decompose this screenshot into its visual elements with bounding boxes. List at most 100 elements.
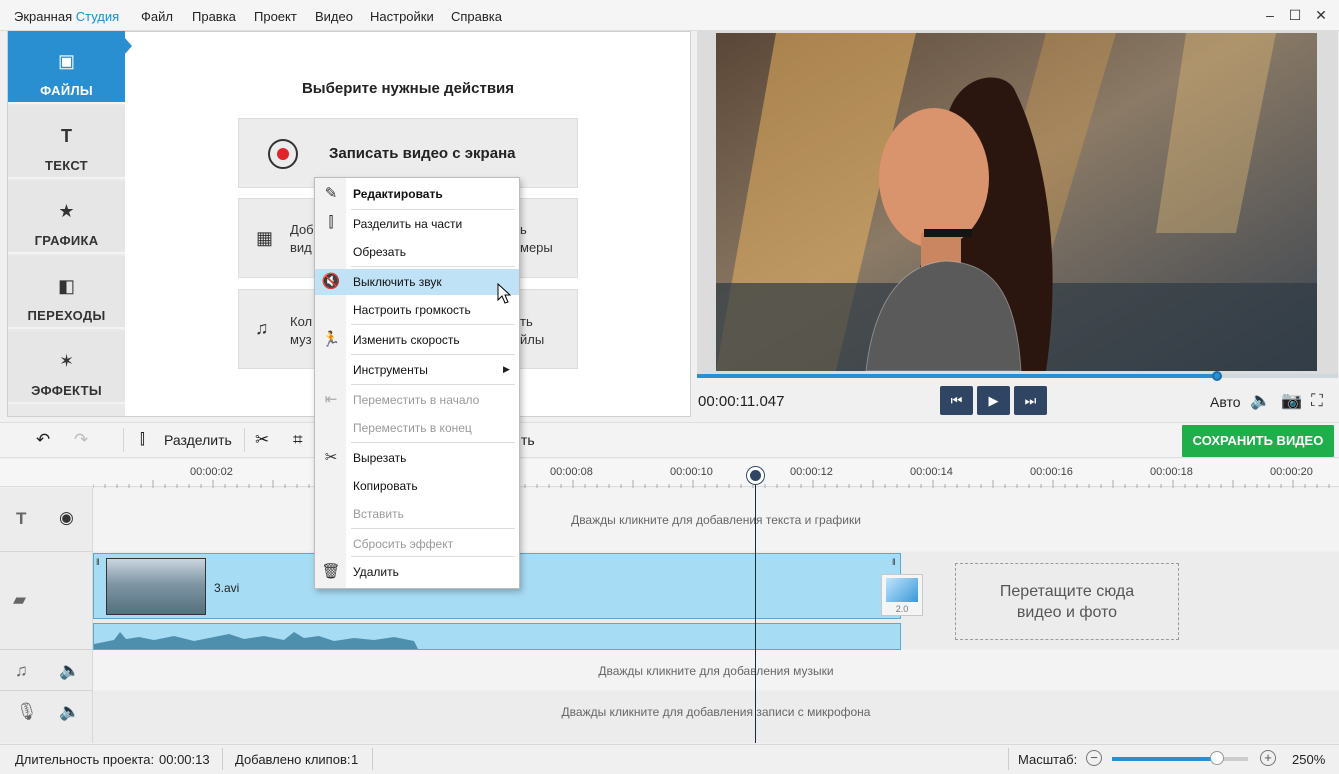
menu-item-tools[interactable]: Инструменты ▶ [315, 357, 519, 383]
previous-button[interactable]: ⏮ [940, 386, 973, 415]
duration-value: 00:00:13 [159, 752, 210, 767]
clip-name: 3.avi [214, 581, 240, 595]
toolbar-divider [244, 428, 245, 452]
transition-version: 2.0 [895, 604, 909, 614]
music-list-icon: ♫ [255, 318, 269, 338]
toolbar-partial-label[interactable]: ть [521, 432, 535, 448]
menu-item-edit[interactable]: ✎ Редактировать [315, 181, 519, 207]
menu-help[interactable]: Справка [451, 9, 502, 24]
snapshot-camera-icon[interactable]: 📷 [1281, 391, 1302, 411]
tab-text[interactable]: T ТЕКСТ [8, 106, 125, 179]
image-icon: ▣ [57, 51, 75, 71]
save-video-button[interactable]: СОХРАНИТЬ ВИДЕО [1182, 425, 1334, 457]
undo-icon[interactable]: ↶ [36, 430, 50, 450]
skip-forward-icon: ⏭ [1024, 393, 1037, 408]
music-note-icon: ♫ [15, 661, 28, 680]
status-divider [1008, 748, 1009, 770]
context-menu: ✎ Редактировать ⫿ Разделить на части Обрез… [314, 177, 520, 589]
menu-item-split[interactable]: ⫿ Разделить на части [315, 211, 519, 237]
clip-right-handle[interactable]: ‖ [892, 557, 896, 567]
ruler-label: 00:00:12 [790, 466, 833, 478]
drop-zone[interactable]: Перетащите сюда видео и фото [955, 563, 1179, 640]
scissors-icon: ✂ [324, 449, 338, 466]
skip-back-icon: ⏮ [950, 393, 963, 408]
volume-icon[interactable]: 🔈 [1250, 391, 1271, 411]
zoom-out-button[interactable]: − [1086, 750, 1102, 766]
maximize-button[interactable]: ☐ [1284, 6, 1306, 24]
clips-count: 1 [351, 752, 359, 767]
menu-item-trim[interactable]: Обрезать [315, 239, 519, 265]
menu-item-speed[interactable]: 🏃 Изменить скорость [315, 327, 519, 353]
film-icon: ▦ [256, 228, 274, 248]
close-button[interactable]: ✕ [1310, 6, 1332, 24]
menu-file[interactable]: Файл [141, 9, 173, 24]
menu-item-cut[interactable]: ✂ Вырезать [315, 445, 519, 471]
add-files-button[interactable] [518, 289, 578, 369]
menu-separator [351, 442, 515, 443]
tab-files[interactable]: ▣ ФАЙЛЫ [8, 31, 125, 104]
camera-label-2: меры [520, 240, 553, 255]
transition-tile[interactable]: 2.0 [881, 574, 923, 616]
audio-waveform[interactable] [93, 623, 901, 650]
files-label-2: йлы [520, 332, 545, 347]
playback-progress-fill [697, 374, 1217, 378]
tab-effects[interactable]: ✶ ЭФФЕКТЫ [8, 331, 125, 404]
transitions-icon: ◧ [57, 276, 75, 296]
menu-item-delete[interactable]: 🗑 Удалить [315, 559, 519, 585]
fullscreen-icon[interactable]: ⛶ [1311, 391, 1323, 411]
text-track-hint: Дважды кликните для добавления текста и … [571, 513, 861, 527]
zoom-value: 250% [1292, 752, 1326, 767]
menu-project[interactable]: Проект [254, 9, 297, 24]
menu-item-move-start[interactable]: ⇤ Переместить в начало [315, 387, 519, 413]
playback-progress-handle[interactable] [1212, 371, 1222, 381]
zoom-label: Масштаб: [1018, 752, 1078, 767]
camera-label-1: ь [520, 222, 527, 237]
clip-left-handle[interactable]: ‖ [96, 557, 100, 567]
tab-graphics[interactable]: ★ ГРАФИКА [8, 181, 125, 254]
menu-edit[interactable]: Правка [192, 9, 236, 24]
zoom-in-button[interactable]: + [1260, 750, 1276, 766]
play-button[interactable]: ▶ [977, 386, 1010, 415]
record-camera-button[interactable] [518, 198, 578, 278]
menu-item-copy[interactable]: Копировать [315, 473, 519, 499]
music-label-2: муз [290, 332, 312, 347]
files-label-1: ть [520, 314, 533, 329]
menu-settings[interactable]: Настройки [370, 9, 434, 24]
ruler-ticks [93, 480, 1330, 488]
next-button[interactable]: ⏭ [1014, 386, 1047, 415]
zoom-slider-handle[interactable] [1210, 751, 1224, 765]
minimize-button[interactable]: – [1259, 6, 1281, 24]
eye-icon[interactable]: ◉ [59, 508, 74, 528]
menu-item-mute[interactable]: 🔇 Выключить звук [315, 269, 519, 295]
music-volume-icon[interactable]: 🔈 [59, 661, 80, 681]
scissors-icon[interactable]: ✂ [255, 430, 269, 450]
transition-preview [886, 578, 918, 602]
menu-separator [351, 528, 515, 529]
mic-volume-icon[interactable]: 🔈 [59, 702, 80, 722]
track-divider [0, 551, 93, 552]
video-preview[interactable] [716, 33, 1317, 371]
playhead-handle[interactable] [747, 467, 764, 484]
drop-zone-line-1: Перетащите сюда [999, 583, 1135, 600]
menu-separator [351, 556, 515, 557]
crop-icon[interactable]: ⌗ [293, 430, 303, 450]
magic-wand-icon: ✶ [58, 351, 75, 371]
menu-item-reset-effect[interactable]: Сбросить эффект [315, 531, 519, 557]
mute-icon: 🔇 [321, 273, 341, 290]
app-title: Экранная Студия [14, 9, 120, 24]
tab-transitions[interactable]: ◧ ПЕРЕХОДЫ [8, 256, 125, 329]
quality-auto[interactable]: Авто [1210, 394, 1241, 410]
add-video-button[interactable] [238, 198, 318, 278]
split-icon: ⫿ [328, 214, 334, 231]
menu-item-paste[interactable]: Вставить [315, 501, 519, 527]
menu-video[interactable]: Видео [315, 9, 353, 24]
menu-item-volume[interactable]: Настроить громкость [315, 297, 519, 323]
ruler-label: 00:00:20 [1270, 466, 1313, 478]
menu-item-move-end[interactable]: Переместить в конец [315, 415, 519, 441]
menu-separator [351, 266, 515, 267]
split-button[interactable]: Разделить [164, 432, 232, 448]
microphone-icon: 🎙 [16, 702, 38, 721]
add-music-button[interactable] [238, 289, 318, 369]
menu-separator [351, 354, 515, 355]
redo-icon[interactable]: ↷ [74, 430, 88, 450]
